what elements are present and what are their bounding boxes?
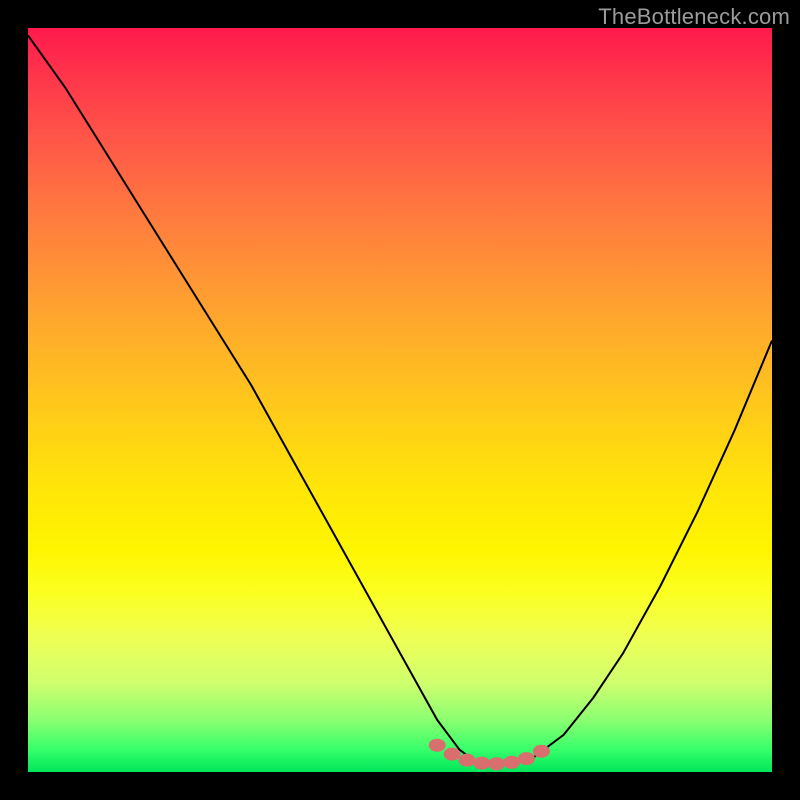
bottom-markers bbox=[429, 739, 549, 770]
marker-point bbox=[459, 754, 475, 766]
marker-point bbox=[504, 756, 520, 768]
marker-point bbox=[429, 739, 445, 751]
marker-point bbox=[474, 757, 490, 769]
chart-frame: TheBottleneck.com bbox=[0, 0, 800, 800]
curve-line bbox=[28, 35, 772, 764]
marker-point bbox=[489, 758, 505, 770]
marker-point bbox=[444, 748, 460, 760]
marker-point bbox=[533, 745, 549, 757]
plot-area bbox=[28, 28, 772, 772]
bottleneck-curve bbox=[28, 28, 772, 772]
watermark: TheBottleneck.com bbox=[598, 4, 790, 30]
marker-point bbox=[519, 753, 535, 765]
